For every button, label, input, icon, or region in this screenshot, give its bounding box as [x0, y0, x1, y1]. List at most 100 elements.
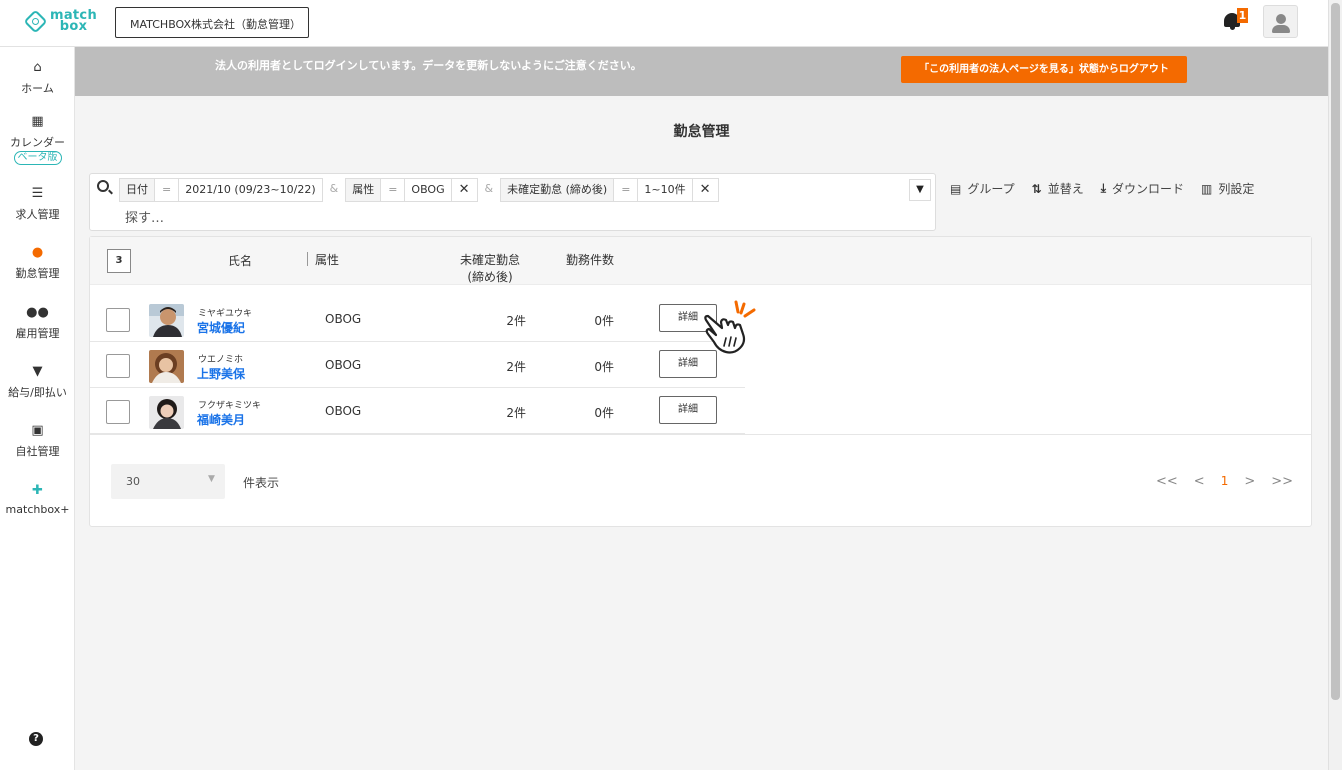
filter-chip-key[interactable]: 属性	[345, 178, 382, 202]
pagination: << < 1 > >>	[1156, 474, 1309, 489]
header-name[interactable]: 氏名	[220, 253, 260, 270]
download-button[interactable]: ⤓ ダウンロード	[1101, 180, 1184, 197]
select-all-checkbox[interactable]: 3	[107, 249, 131, 273]
list-icon: ☰	[31, 186, 44, 201]
building-icon: ▣	[31, 423, 44, 438]
login-warning-banner: 法人の利用者としてログインしています。データを更新しないようにご注意ください。 …	[75, 47, 1328, 96]
logo-mark-icon	[23, 8, 48, 34]
group-button[interactable]: ▤ グループ	[950, 180, 1015, 197]
attendance-icon: ●	[31, 245, 44, 260]
column-settings-button[interactable]: ▥ 列設定	[1201, 180, 1254, 197]
row-checkbox[interactable]	[106, 308, 130, 332]
sidebar-item-jobs[interactable]: ☰ 求人管理	[0, 186, 75, 222]
banner-text: 法人の利用者としてログインしています。データを更新しないようにご注意ください。	[215, 59, 642, 72]
filter-chip-key[interactable]: 日付	[119, 178, 155, 202]
pointing-hand-icon	[704, 300, 756, 354]
filter-chip-value[interactable]: OBOG	[404, 178, 452, 202]
sidebar-item-company[interactable]: ▣ 自社管理	[0, 423, 75, 459]
avatar	[149, 396, 184, 429]
row-kana: ウエノミホ	[198, 355, 244, 365]
header-work-count[interactable]: 勤務件数	[560, 252, 620, 269]
sidebar-item-label: 求人管理	[15, 208, 60, 221]
group-label: グループ	[967, 182, 1015, 196]
header-unconfirmed[interactable]: 未確定勤怠 (締め後)	[450, 252, 530, 286]
header-attr[interactable]: 属性	[315, 252, 355, 269]
detail-button[interactable]: 詳細	[659, 396, 717, 424]
chevron-down-icon: ▼	[208, 474, 215, 484]
remove-filter-button[interactable]: ✕	[691, 178, 719, 202]
filter-chip-value[interactable]: 1~10件	[637, 178, 693, 202]
first-page-button[interactable]: <<	[1156, 474, 1178, 489]
per-page-value: 30	[126, 475, 140, 488]
table-row: ミヤギユウキ 宮城優紀 OBOG 2件 0件 詳細	[90, 296, 745, 342]
row-name-link[interactable]: 宮城優紀	[197, 319, 245, 336]
sidebar-item-label: 雇用管理	[15, 327, 60, 340]
filter-search-box[interactable]: 日付 = 2021/10 (09/23~10/22) & 属性 = OBOG ✕ & 未確定勤怠 …	[89, 173, 936, 231]
per-page-label: 件表示	[243, 476, 280, 490]
sidebar-item-label: 自社管理	[15, 445, 60, 458]
remove-filter-button[interactable]: ✕	[450, 178, 478, 202]
row-kana: ミヤギユウキ	[198, 309, 253, 319]
user-avatar-button[interactable]	[1263, 5, 1298, 38]
sidebar-item-attendance[interactable]: ● 勤怠管理	[0, 245, 75, 281]
last-page-button[interactable]: >>	[1271, 474, 1293, 489]
top-header: match box MATCHBOX株式会社（勤怠管理） 1	[0, 0, 1328, 47]
sidebar-item-matchbox-plus[interactable]: ✚ matchbox+	[0, 483, 75, 516]
row-checkbox[interactable]	[106, 354, 130, 378]
filter-chip-op: =	[154, 178, 180, 202]
filter-chips: 日付 = 2021/10 (09/23~10/22) & 属性 = OBOG ✕ & 未確定勤怠 …	[119, 178, 719, 202]
current-page[interactable]: 1	[1221, 474, 1229, 489]
row-attr: OBOG	[325, 358, 362, 372]
row-work-count: 0件	[594, 360, 614, 374]
scrollbar-thumb[interactable]	[1331, 3, 1340, 700]
prev-page-button[interactable]: <	[1194, 474, 1205, 489]
group-icon: ▤	[950, 181, 962, 196]
filter-chip-value[interactable]: 2021/10 (09/23~10/22)	[178, 178, 323, 202]
filter-dropdown-button[interactable]: ▼	[909, 179, 931, 201]
logo-text-line2: box	[59, 19, 88, 34]
column-settings-label: 列設定	[1218, 182, 1255, 196]
per-page-select[interactable]: 30 ▼	[111, 464, 225, 499]
sort-icon: ⇅	[1031, 181, 1042, 196]
attendance-table-card: 3 氏名 属性 未確定勤怠 (締め後) 勤務件数 ミヤギユウキ 宮城優紀 OBO…	[89, 236, 1312, 527]
sort-label: 並替え	[1047, 182, 1084, 196]
filter-chip-amp: &	[484, 182, 494, 195]
sidebar-item-home[interactable]: ⌂ ホーム	[0, 60, 75, 96]
sort-button[interactable]: ⇅ 並替え	[1032, 180, 1084, 197]
filter-chip-key[interactable]: 未確定勤怠 (締め後)	[500, 178, 615, 202]
row-kana: フクザキミツキ	[198, 401, 262, 411]
beta-badge: ベータ版	[13, 151, 62, 165]
help-icon[interactable]: ?	[29, 732, 43, 746]
row-name-link[interactable]: 福崎美月	[197, 411, 245, 428]
notification-badge: 1	[1237, 8, 1248, 23]
search-icon	[97, 180, 109, 192]
sidebar-item-label: ホーム	[21, 82, 54, 95]
row-work-count: 0件	[594, 314, 614, 328]
plus-icon: ✚	[32, 483, 43, 498]
row-name-link[interactable]: 上野美保	[197, 365, 245, 382]
toolbar: ▤ グループ ⇅ 並替え ⤓ ダウンロード ▥ 列設定	[950, 180, 1271, 197]
sidebar-item-payroll[interactable]: ▼ 給与/即払い	[0, 364, 75, 400]
row-unconfirmed: 2件	[506, 406, 526, 420]
company-selector[interactable]: MATCHBOX株式会社（勤怠管理）	[115, 7, 309, 38]
logout-button[interactable]: 「この利用者の法人ページを見る」状態からログアウト	[901, 56, 1187, 83]
filter-chip-amp: &	[329, 182, 339, 195]
payment-icon: ▼	[32, 364, 43, 379]
row-checkbox[interactable]	[106, 400, 130, 424]
row-attr: OBOG	[325, 404, 362, 418]
sidebar-item-label: カレンダー	[10, 136, 65, 149]
filter-chip-op: =	[380, 178, 406, 202]
avatar	[149, 350, 184, 383]
sidebar-item-label: 給与/即払い	[8, 386, 67, 399]
table-row: ウエノミホ 上野美保 OBOG 2件 0件 詳細	[90, 342, 745, 388]
vertical-scrollbar[interactable]	[1328, 0, 1342, 770]
next-page-button[interactable]: >	[1244, 474, 1255, 489]
matchbox-logo[interactable]: match box	[23, 8, 97, 34]
sidebar-item-calendar[interactable]: ▦ カレンダー ベータ版	[0, 114, 75, 165]
sidebar-item-employment[interactable]: ●● 雇用管理	[0, 305, 75, 341]
column-divider[interactable]	[307, 252, 308, 266]
search-input[interactable]: 探す…	[125, 207, 164, 226]
download-icon: ⤓	[1100, 181, 1107, 195]
row-unconfirmed: 2件	[506, 314, 526, 328]
sidebar-item-label: 勤怠管理	[15, 267, 60, 280]
